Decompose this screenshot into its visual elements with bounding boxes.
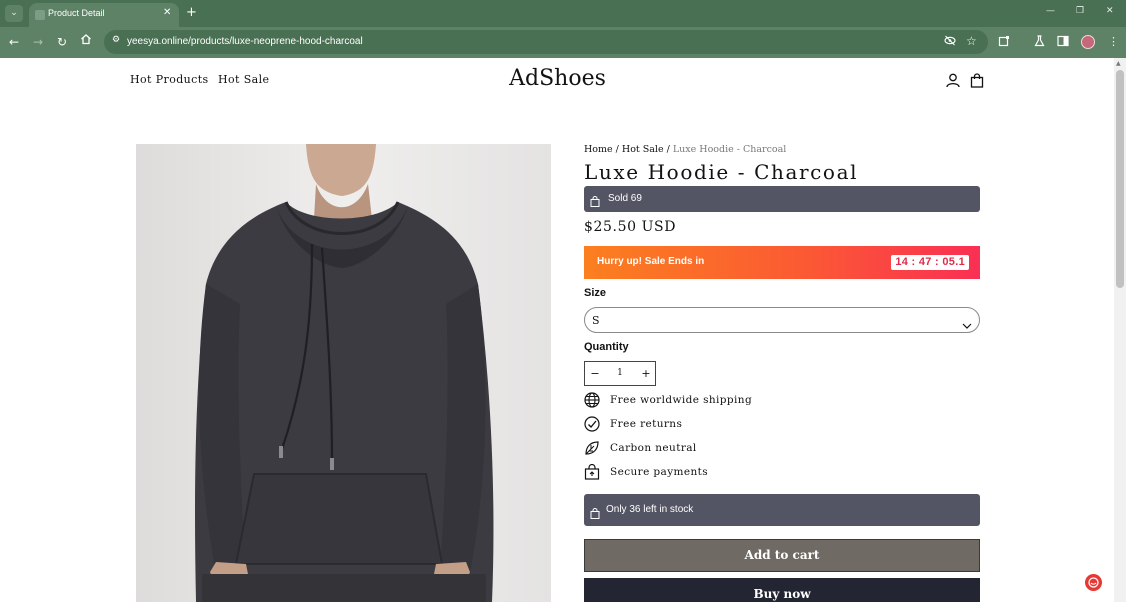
- feature-shipping: Free worldwide shipping: [584, 392, 784, 410]
- bag-icon: [590, 192, 600, 211]
- breadcrumb-current: Luxe Hoodie - Charcoal: [672, 144, 787, 155]
- scroll-thumb[interactable]: [1116, 70, 1124, 288]
- product-image[interactable]: [136, 144, 551, 602]
- minimize-icon[interactable]: —: [1046, 6, 1055, 16]
- product-price: $25.50 USD: [584, 219, 677, 235]
- breadcrumb-separator: /: [615, 144, 619, 155]
- back-icon[interactable]: ←: [9, 34, 19, 50]
- sold-count-text: Sold 69: [608, 193, 642, 204]
- bookmark-star-icon[interactable]: ☆: [966, 34, 977, 48]
- store-logo[interactable]: AdShoes: [490, 66, 625, 91]
- new-tab-button[interactable]: +: [186, 5, 197, 21]
- size-label: Size: [584, 287, 607, 299]
- tab-favicon-icon: [35, 10, 45, 20]
- size-selected-value: S: [592, 314, 600, 327]
- scroll-up-icon[interactable]: ▲: [1116, 60, 1121, 67]
- menu-kebab-icon[interactable]: ⋮: [1108, 35, 1119, 49]
- forward-icon[interactable]: →: [33, 34, 43, 50]
- leaf-icon: [585, 441, 599, 455]
- chat-widget-icon[interactable]: [1085, 574, 1102, 591]
- sale-countdown-banner: Hurry up! Sale Ends in 14 : 47 : 05.1: [584, 246, 980, 279]
- size-select[interactable]: S: [584, 307, 980, 333]
- browser-toolbar: ← → ↻ ⚙ yeesya.online/products/luxe-neop…: [0, 27, 1126, 58]
- breadcrumb-category[interactable]: Hot Sale: [622, 144, 664, 155]
- close-window-icon[interactable]: ✕: [1106, 6, 1114, 16]
- side-panel-icon[interactable]: [1057, 35, 1069, 51]
- product-title: Luxe Hoodie - Charcoal: [584, 160, 859, 184]
- cart-bag-icon[interactable]: [970, 73, 984, 92]
- breadcrumb: Home / Hot Sale / Luxe Hoodie - Charcoal: [584, 144, 786, 155]
- eye-off-icon[interactable]: [944, 35, 956, 49]
- lock-icon: [584, 464, 600, 480]
- quantity-decrease-button[interactable]: −: [587, 366, 603, 382]
- labs-flask-icon[interactable]: [1034, 35, 1045, 51]
- quantity-stepper: − 1 +: [584, 361, 656, 386]
- browser-tab-bar: ⌄ Product Detail ✕ + — ❐ ✕: [0, 0, 1126, 27]
- breadcrumb-separator: /: [666, 144, 670, 155]
- feature-text: Free returns: [610, 418, 683, 430]
- home-icon[interactable]: [80, 33, 92, 49]
- url-text[interactable]: yeesya.online/products/luxe-neoprene-hoo…: [127, 36, 363, 47]
- browser-tab[interactable]: Product Detail ✕: [29, 3, 179, 27]
- profile-avatar[interactable]: [1081, 35, 1095, 49]
- quantity-input[interactable]: 1: [613, 368, 627, 378]
- bag-icon: [590, 504, 600, 523]
- feature-carbon: Carbon neutral: [584, 440, 784, 458]
- nav-hot-sale[interactable]: Hot Sale: [218, 73, 269, 86]
- feature-text: Carbon neutral: [610, 442, 697, 454]
- countdown-timer: 14 : 47 : 05.1: [891, 255, 969, 270]
- restore-icon[interactable]: ❐: [1076, 6, 1084, 16]
- quantity-increase-button[interactable]: +: [638, 366, 654, 382]
- tab-title: Product Detail: [48, 8, 105, 18]
- feature-text: Secure payments: [610, 466, 709, 478]
- chevron-down-icon: [962, 315, 972, 334]
- check-circle-icon: [584, 416, 600, 432]
- reload-icon[interactable]: ↻: [57, 34, 67, 50]
- buy-now-button[interactable]: Buy now: [584, 578, 980, 602]
- nav-hot-products[interactable]: Hot Products: [130, 73, 209, 86]
- account-icon[interactable]: [946, 73, 960, 92]
- extensions-icon[interactable]: [998, 35, 1010, 51]
- site-info-icon[interactable]: ⚙: [112, 35, 120, 45]
- page-scrollbar[interactable]: ▲: [1114, 58, 1126, 602]
- feature-text: Free worldwide shipping: [610, 394, 753, 406]
- tab-close-button[interactable]: ✕: [163, 7, 171, 18]
- breadcrumb-home[interactable]: Home: [584, 144, 613, 155]
- globe-icon: [584, 392, 600, 408]
- quantity-label: Quantity: [584, 341, 629, 353]
- sold-count-bar: Sold 69: [584, 186, 980, 212]
- add-to-cart-button[interactable]: Add to cart: [584, 539, 980, 572]
- feature-returns: Free returns: [584, 416, 784, 434]
- tab-search-button[interactable]: ⌄: [5, 5, 23, 22]
- sale-banner-text: Hurry up! Sale Ends in: [597, 256, 705, 267]
- stock-text: Only 36 left in stock: [606, 504, 694, 515]
- feature-payments: Secure payments: [584, 464, 784, 482]
- address-bar[interactable]: ⚙ yeesya.online/products/luxe-neoprene-h…: [104, 30, 988, 54]
- stock-info-bar: Only 36 left in stock: [584, 494, 980, 526]
